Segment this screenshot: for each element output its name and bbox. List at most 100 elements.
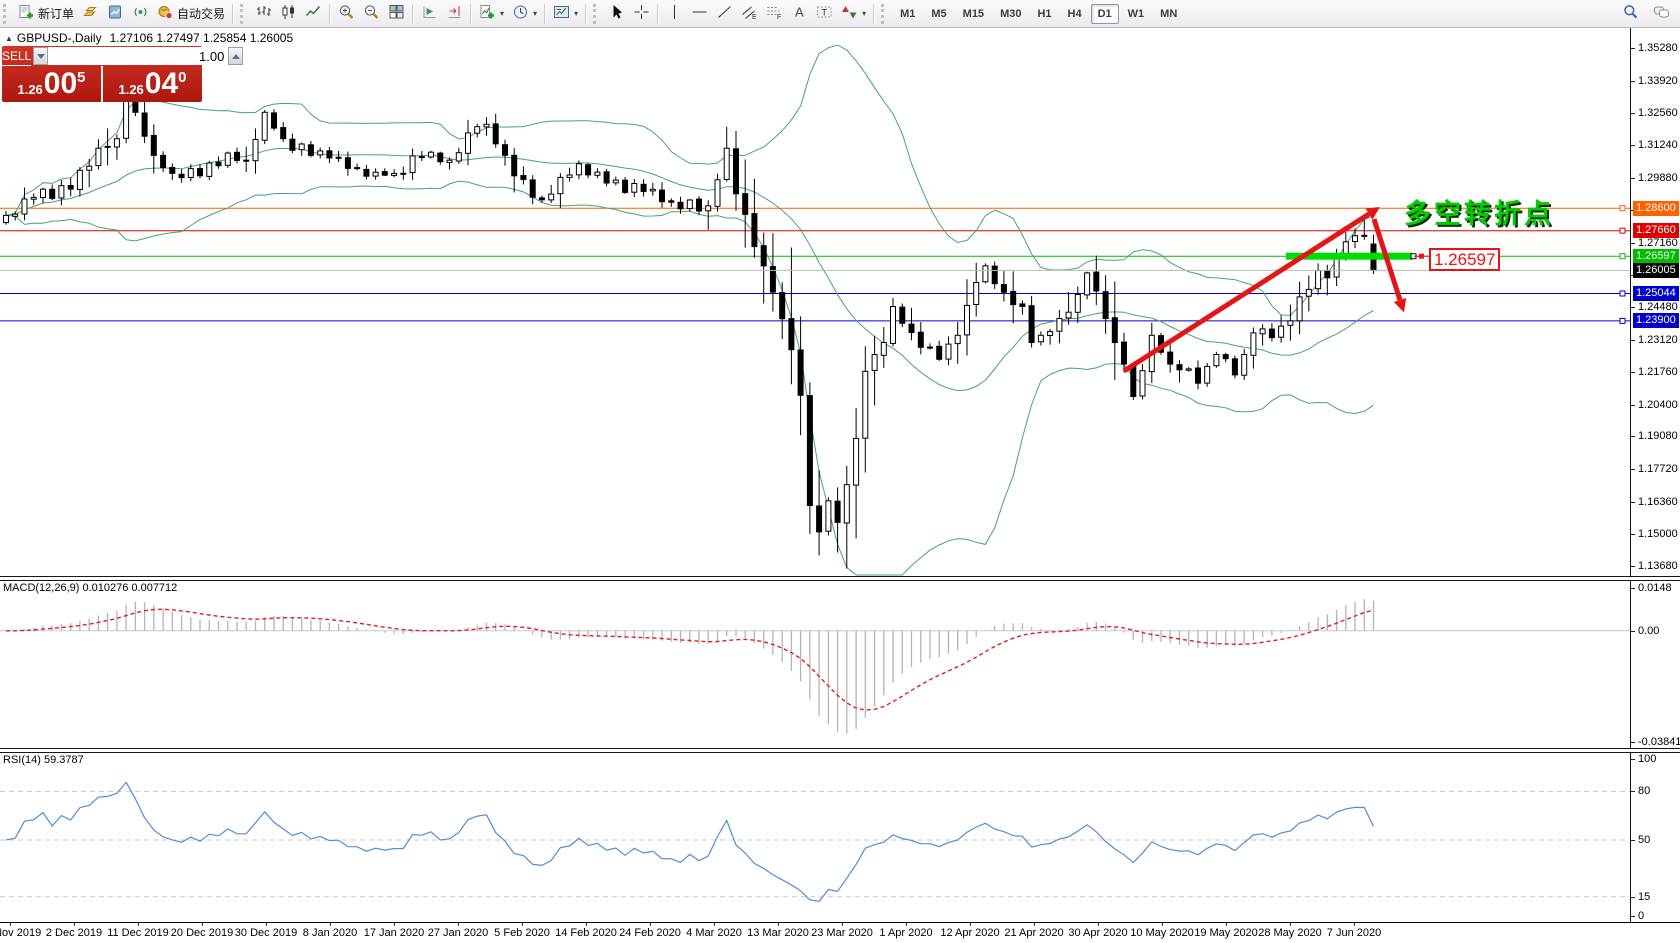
dropdown-caret-icon: ▾ [533, 9, 537, 18]
timeframe-m1-button[interactable]: M1 [893, 4, 922, 24]
templates-button[interactable]: ▾ [549, 3, 582, 25]
sell-button[interactable]: SELL [2, 46, 31, 66]
zoom-out-button[interactable] [359, 3, 384, 25]
price-level-badge: 1.23900 [1633, 313, 1679, 328]
tile-windows-button[interactable] [384, 3, 409, 25]
one-click-trading-panel: SELL BUY 1.26 00 5 1.26 04 0 [2, 46, 202, 102]
publish-button[interactable] [103, 3, 128, 25]
macd-pane[interactable] [0, 580, 1630, 748]
price-axis-label: 1.17720 [1638, 463, 1678, 475]
toolbar-separator [412, 4, 414, 24]
timeframe-d1-button[interactable]: D1 [1091, 4, 1119, 24]
rsi-line [6, 782, 1374, 901]
auto-scroll-button[interactable] [417, 3, 442, 25]
vertical-line-button[interactable] [662, 3, 687, 25]
axis-tick [1631, 840, 1635, 841]
price-axis-label: 1.29880 [1638, 172, 1678, 184]
axis-tick [1631, 405, 1635, 406]
turning-point-annotation[interactable]: 多空转折点 [1404, 192, 1554, 231]
trend-line-button[interactable] [712, 3, 737, 25]
bar-chart-icon [255, 4, 272, 23]
auto-trading-label: 自动交易 [177, 5, 225, 22]
periods-button[interactable]: ▾ [508, 3, 541, 25]
line-handle[interactable] [1620, 291, 1625, 296]
price-level-badge: 1.28600 [1633, 201, 1679, 216]
text-button[interactable]: A [787, 3, 812, 25]
date-axis-label: 24 Feb 2020 [619, 927, 681, 939]
volume-increase-button[interactable] [228, 47, 243, 65]
line-handle[interactable] [1620, 318, 1625, 323]
bar-chart-button[interactable] [251, 3, 276, 25]
rsi-pane[interactable] [0, 752, 1630, 922]
timeframe-h1-button[interactable]: H1 [1030, 4, 1058, 24]
timeframe-m5-button[interactable]: M5 [924, 4, 953, 24]
gold-button[interactable] [78, 3, 103, 25]
axis-tick [1631, 897, 1635, 898]
new-order-icon [18, 4, 35, 23]
new-order-button[interactable]: 新订单 [14, 3, 78, 25]
price-axis-label: 1.32560 [1638, 107, 1678, 119]
time-tick [1226, 923, 1227, 926]
price-axis[interactable]: 1.352801.339201.325601.312401.298801.285… [1631, 28, 1680, 922]
search-button[interactable] [1618, 2, 1643, 24]
buy-price-pip: 0 [178, 69, 186, 86]
indicators-button[interactable]: ▾ [475, 3, 508, 25]
price-tag-label[interactable]: 1.26597 [1429, 248, 1500, 271]
chart-shift-icon [446, 4, 463, 23]
spinner-up-icon [232, 54, 240, 59]
chart-title: ▲GBPUSD-,Daily1.27106 1.27497 1.25854 1.… [5, 31, 293, 45]
time-axis[interactable]: 22 Nov 20192 Dec 201911 Dec 201920 Dec 2… [0, 922, 1680, 943]
time-tick [394, 923, 395, 926]
line-handle[interactable] [1620, 254, 1625, 259]
line-handle[interactable] [1620, 228, 1625, 233]
candle-chart-button[interactable] [276, 3, 301, 25]
price-axis-label: 80 [1638, 785, 1650, 797]
toolbar-grip[interactable] [3, 4, 10, 24]
line-handle[interactable] [1620, 206, 1625, 211]
price-axis-label: 1.16360 [1638, 496, 1678, 508]
trend-arrow-down[interactable] [1374, 219, 1406, 312]
chat-icon [1653, 4, 1670, 23]
date-axis-label: 20 Dec 2019 [171, 927, 233, 939]
axis-tick [1631, 243, 1635, 244]
time-tick [1162, 923, 1163, 926]
timeframe-w1-button[interactable]: W1 [1121, 4, 1152, 24]
zoom-in-button[interactable] [334, 3, 359, 25]
price-axis-label: 1.21760 [1638, 366, 1678, 378]
macd-rsi-divider[interactable] [0, 748, 1680, 753]
arrows-button[interactable]: ▾ [837, 3, 870, 25]
signals-button[interactable] [128, 3, 153, 25]
buy-button[interactable]: BUY [245, 46, 270, 66]
chart-shift-button[interactable] [442, 3, 467, 25]
macd-indicator-label: MACD(12,26,9) 0.010276 0.007712 [3, 582, 177, 594]
auto-trading-button[interactable]: 自动交易 [153, 3, 229, 25]
toolbar-grip[interactable] [240, 4, 247, 24]
date-axis-label: 23 Mar 2020 [811, 927, 873, 939]
text-label-button[interactable]: T [812, 3, 837, 25]
toolbar-grip[interactable] [881, 4, 888, 24]
horizontal-line-button[interactable] [687, 3, 712, 25]
crosshair-button[interactable] [629, 3, 654, 25]
time-tick [1034, 923, 1035, 926]
timeframe-m30-button[interactable]: M30 [993, 4, 1028, 24]
new-order-label: 新订单 [38, 5, 74, 22]
buy-price[interactable]: 1.26 04 0 [103, 66, 202, 102]
time-tick [74, 923, 75, 926]
main-chart[interactable] [0, 28, 1630, 576]
volume-input[interactable] [48, 47, 228, 65]
line-chart-button[interactable] [301, 3, 326, 25]
fibonacci-button[interactable]: F [762, 3, 787, 25]
timeframe-h4-button[interactable]: H4 [1061, 4, 1089, 24]
time-tick [650, 923, 651, 926]
timeframe-m15-button[interactable]: M15 [956, 4, 991, 24]
candlestick-series [4, 88, 1377, 569]
toolbar-grip[interactable] [593, 4, 600, 24]
main-macd-divider[interactable] [0, 576, 1680, 581]
cursor-button[interactable] [604, 3, 629, 25]
timeframe-mn-button[interactable]: MN [1153, 4, 1184, 24]
volume-decrease-button[interactable] [33, 47, 48, 65]
axis-tick [1631, 916, 1635, 917]
chat-button[interactable] [1649, 2, 1674, 24]
equidistant-channel-button[interactable]: E [737, 3, 762, 25]
sell-price[interactable]: 1.26 00 5 [2, 66, 101, 102]
